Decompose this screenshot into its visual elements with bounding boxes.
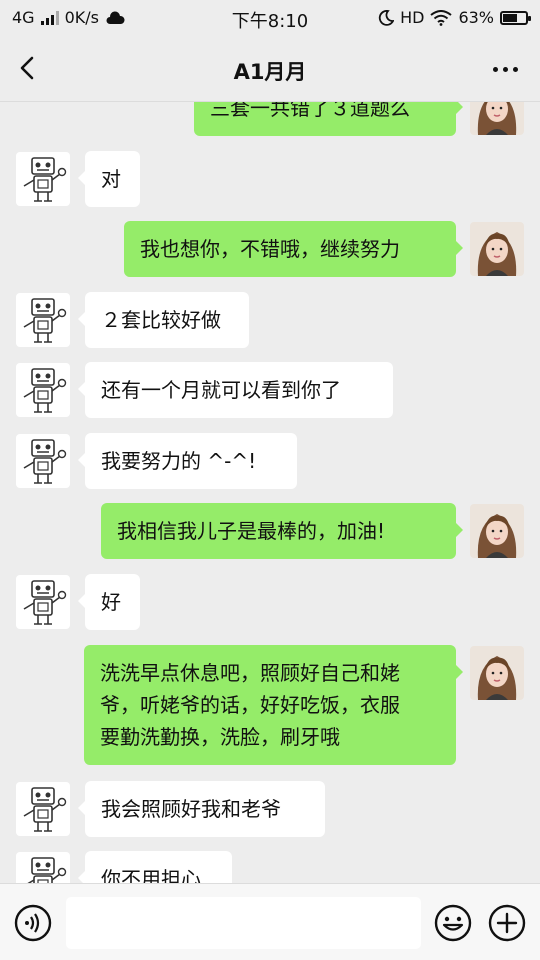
received-message-bubble[interactable]: 你不用担心 [78, 851, 232, 883]
chat-title: A1月月 [233, 60, 307, 84]
my-avatar[interactable] [470, 504, 524, 558]
chat-header: A1月月 [0, 36, 540, 102]
my-avatar[interactable] [470, 222, 524, 276]
my-avatar[interactable] [470, 102, 524, 135]
wifi-icon [430, 9, 453, 26]
battery-icon [500, 10, 531, 25]
hd-label: HD [400, 8, 425, 27]
message-list[interactable]: 三套一共错了３道题么对我也想你，不错哦，继续努力 ２套比较好做还有一个月就可以看到… [0, 102, 540, 883]
contact-avatar[interactable] [16, 363, 70, 417]
contact-avatar[interactable] [16, 434, 70, 488]
plus-icon[interactable] [488, 904, 526, 942]
message-input[interactable] [66, 897, 421, 949]
my-avatar[interactable] [470, 646, 524, 700]
contact-avatar[interactable] [16, 782, 70, 836]
sent-message-bubble[interactable]: 三套一共错了３道题么 [194, 102, 463, 136]
status-bar: 4G 0K/s 下午8:10 HD 63% [0, 0, 540, 36]
input-bar [0, 883, 540, 960]
sent-message-bubble[interactable]: 洗洗早点休息吧，照顾好自己和姥 爷，听姥爷的话，好好吃饭，衣服 要勤洗勤换，洗脸… [84, 645, 463, 765]
voice-icon[interactable] [14, 904, 52, 942]
battery-fill [503, 13, 517, 22]
received-message-bubble[interactable]: 我要努力的 ^-^! [78, 433, 297, 489]
emoji-icon[interactable] [434, 904, 472, 942]
sent-message-bubble[interactable]: 我相信我儿子是最棒的，加油! [101, 503, 463, 559]
moon-icon [378, 9, 395, 26]
more-icon[interactable] [493, 67, 518, 72]
received-message-bubble[interactable]: 好 [78, 574, 140, 630]
contact-avatar[interactable] [16, 293, 70, 347]
received-message-bubble[interactable]: 还有一个月就可以看到你了 [78, 362, 393, 418]
battery-percent: 63% [458, 8, 494, 27]
contact-avatar[interactable] [16, 575, 70, 629]
received-message-bubble[interactable]: 我会照顾好我和老爷 [78, 781, 325, 837]
received-message-bubble[interactable]: ２套比较好做 [78, 292, 249, 348]
contact-avatar[interactable] [16, 152, 70, 206]
status-right: HD 63% [378, 8, 531, 27]
contact-avatar[interactable] [16, 852, 70, 883]
sent-message-bubble[interactable]: 我也想你，不错哦，继续努力 [124, 221, 463, 277]
received-message-bubble[interactable]: 对 [78, 151, 140, 207]
